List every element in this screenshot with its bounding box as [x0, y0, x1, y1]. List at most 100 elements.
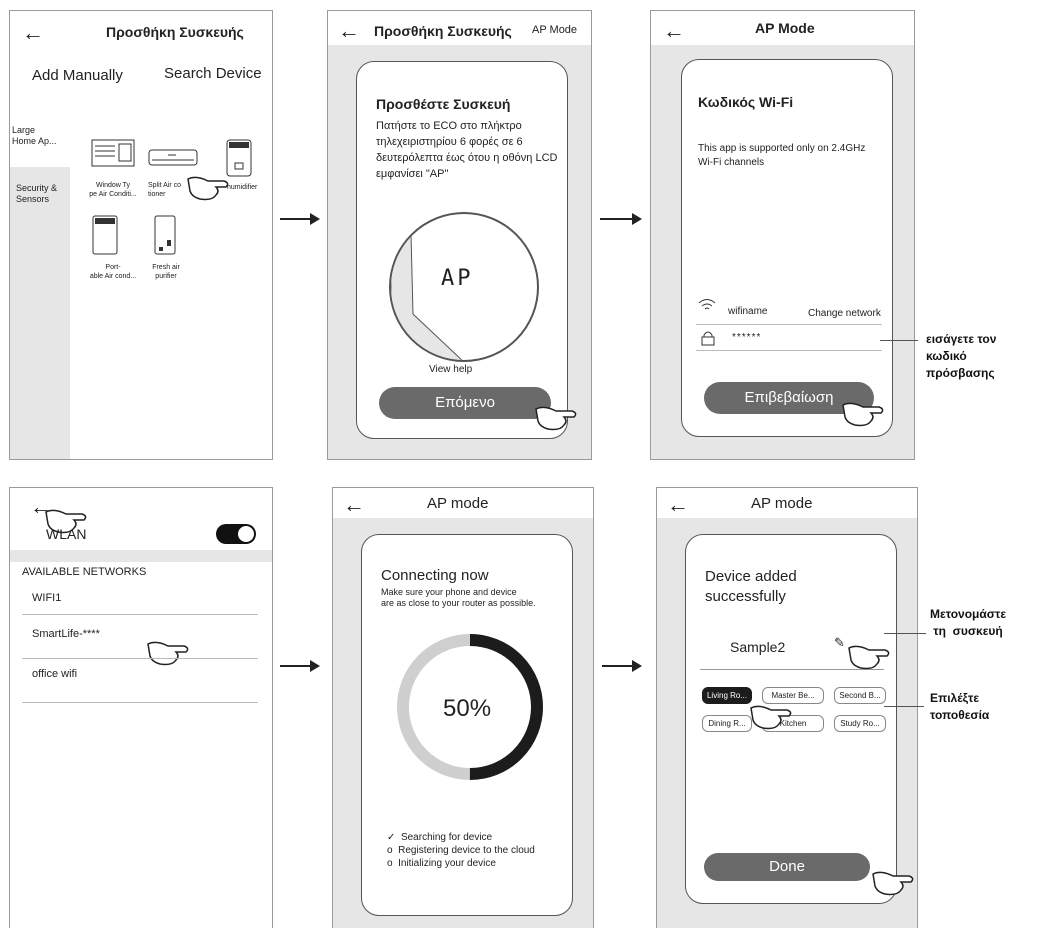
back-arrow-icon[interactable]: ← — [338, 20, 360, 42]
room-label: Study Ro... — [840, 719, 880, 728]
done-button[interactable]: Done — [704, 853, 870, 881]
split-ac-icon — [148, 149, 198, 166]
instruction-text: Πατήστε το ECO στο πλήκτρο τηλεχειριστηρ… — [376, 120, 558, 180]
pointing-hand-icon — [750, 705, 792, 730]
device-tile-window-ac[interactable]: Window Ty pe Air Conditi... — [84, 139, 142, 209]
device-name: Sample2 — [730, 639, 786, 655]
back-arrow-icon[interactable]: ← — [343, 494, 365, 516]
divider — [22, 658, 258, 659]
tab-search-device[interactable]: Search Device — [164, 65, 262, 82]
panel-device-added: ← AP mode Device added successfully Samp… — [656, 487, 918, 928]
pending-icon: o — [387, 858, 393, 869]
progress-card: Connecting now Make sure your phone and … — [361, 534, 573, 916]
panel-ap-instructions: ← Προσθήκη Συσκευής AP Mode Προσθέστε Συ… — [327, 10, 592, 460]
back-arrow-icon[interactable]: ← — [667, 494, 689, 516]
view-help-link[interactable]: View help — [429, 364, 472, 375]
step-item: o Registering device to the cloud — [387, 844, 535, 857]
proximity-hint: Make sure your phone and device are as c… — [381, 587, 536, 608]
wifi-name: wifiname — [728, 306, 768, 317]
wifi-notice: This app is supported only on 2.4GHz Wi-… — [698, 143, 866, 168]
next-button-label: Επόμενο — [435, 394, 495, 411]
wlan-toggle[interactable] — [216, 524, 256, 544]
room-label: Second B... — [839, 691, 881, 700]
flow-arrow — [602, 660, 642, 672]
panel-connecting: ← AP mode Connecting now Make sure your … — [332, 487, 594, 928]
annotation-leader — [884, 633, 926, 634]
portable-ac-icon — [92, 215, 118, 255]
back-arrow-icon[interactable]: ← — [663, 20, 685, 42]
pointing-hand-icon — [848, 645, 890, 670]
air-purifier-icon — [154, 215, 176, 255]
tab-add-manually[interactable]: Add Manually — [32, 67, 123, 84]
step-item: ✓ Searching for device — [387, 831, 535, 844]
network-item-office[interactable]: office wifi — [32, 668, 77, 680]
page-title: AP mode — [751, 495, 813, 512]
flow-arrow — [280, 213, 320, 225]
lock-icon — [701, 331, 715, 346]
room-label: Dining R... — [708, 719, 746, 728]
sidebar-item-security[interactable]: Security & Sensors — [16, 183, 57, 205]
window-ac-icon — [91, 139, 135, 167]
card-heading: Connecting now — [381, 567, 489, 584]
step-label: Searching for device — [400, 832, 493, 843]
flow-arrow — [600, 213, 642, 225]
device-tile-air-purifier[interactable]: Fresh air purifier — [146, 215, 204, 295]
back-arrow-icon[interactable]: ← — [22, 22, 44, 44]
check-icon: ✓ — [387, 832, 396, 843]
password-field[interactable]: ****** — [732, 332, 761, 343]
step-label: Registering device to the cloud — [398, 845, 535, 856]
pointing-hand-icon — [535, 406, 577, 431]
page-title: AP mode — [427, 495, 489, 512]
edit-pencil-icon[interactable]: ✎ — [834, 635, 845, 651]
annotation-password: εισάγετε τον κωδικό πρόσβασης — [926, 332, 997, 380]
room-chip-dining[interactable]: Dining R... — [702, 715, 752, 732]
pointing-hand-icon — [147, 641, 189, 666]
divider — [22, 702, 258, 703]
device-tile-portable-ac[interactable]: Port- able Air cond... — [84, 215, 142, 295]
room-chip-living[interactable]: Living Ro... — [702, 687, 752, 704]
panel-wifi-password: ← AP Mode Κωδικός Wi-Fi This app is supp… — [650, 10, 915, 460]
network-item-wifi1[interactable]: WIFI1 — [32, 592, 61, 604]
annotation-rename: Μετονομάστε τη συσκευή — [930, 607, 1007, 638]
room-chip-study[interactable]: Study Ro... — [834, 715, 886, 732]
progress-percent: 50% — [443, 695, 492, 722]
lcd-illustration: AP — [389, 212, 539, 362]
device-label: Fresh air purifier — [152, 264, 180, 280]
divider — [696, 324, 882, 325]
pointing-hand-icon — [187, 176, 229, 201]
device-label: Window Ty pe Air Conditi... — [89, 182, 137, 198]
pending-icon: o — [387, 845, 393, 856]
network-item-smartlife[interactable]: SmartLife-**** — [32, 628, 100, 640]
room-label: Master Be... — [771, 691, 815, 700]
section-header-bar — [10, 550, 272, 562]
step-list: ✓ Searching for device o Registering dev… — [387, 831, 535, 870]
room-chip-second[interactable]: Second B... — [834, 687, 886, 704]
available-networks-header: AVAILABLE NETWORKS — [22, 566, 147, 578]
annotation-leader — [884, 706, 924, 707]
lcd-display-text: AP — [441, 266, 474, 291]
annotation-leader — [880, 340, 918, 341]
device-label: Port- able Air cond... — [89, 264, 137, 280]
pointing-hand-icon — [872, 871, 914, 896]
step-label: Initializing your device — [398, 858, 496, 869]
page-title: Προσθήκη Συσκευής — [106, 24, 244, 40]
done-button-label: Done — [769, 858, 805, 875]
annotation-location: Επιλέξτε τοποθεσία — [930, 691, 990, 722]
sidebar-item-large-home[interactable]: Large Home Ap... — [10, 117, 70, 167]
room-label: Living Ro... — [706, 691, 748, 700]
flow-arrow — [280, 660, 320, 672]
change-network-link[interactable]: Change network — [808, 308, 881, 319]
ap-mode-link[interactable]: AP Mode — [532, 24, 577, 36]
next-button[interactable]: Επόμενο — [379, 387, 551, 419]
wifi-icon — [698, 299, 716, 310]
card-heading: Device added successfully — [705, 568, 797, 605]
step-item: o Initializing your device — [387, 857, 535, 870]
instruction-card: Προσθέστε Συσκευή Πατήστε το ECO στο πλή… — [356, 61, 568, 439]
page-title: Προσθήκη Συσκευής — [374, 23, 512, 39]
divider — [22, 614, 258, 615]
sidebar-item-label: Large Home Ap... — [12, 125, 57, 146]
confirm-button-label: Επιβεβαίωση — [744, 389, 834, 406]
panel-add-device-category: ← Προσθήκη Συσκευής Add Manually Search … — [9, 10, 273, 460]
divider — [696, 350, 882, 351]
panel-wlan-list: ← WLAN AVAILABLE NETWORKS WIFI1 SmartLif… — [9, 487, 273, 928]
